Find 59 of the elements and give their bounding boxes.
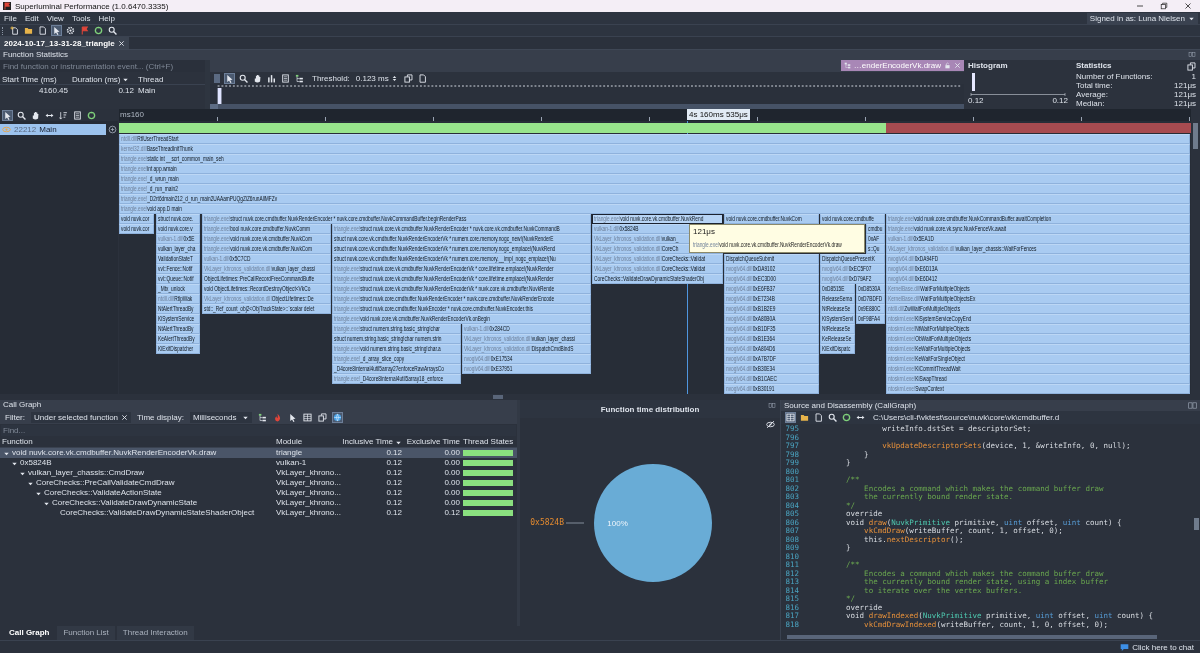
table-cell-text: VkLayer_khrono... xyxy=(275,488,342,498)
stat-label: Average: xyxy=(1076,90,1108,99)
table-cell-text: VkLayer_khrono... xyxy=(275,468,342,478)
stat-label: Total time: xyxy=(1076,81,1113,90)
table-cell-text: 0.12 xyxy=(385,478,402,488)
file-path: C:\Users\cli-f\vktest\source\nuvk\core\vk\cmdbuffer.d xyxy=(873,413,1060,422)
table-cell-text: VkLayer_khrono... xyxy=(275,508,342,518)
tooltip-duration: 121μs xyxy=(693,227,715,237)
window-title: Superluminal Performance (1.0.6470.3335) xyxy=(15,1,169,11)
axis-label: 0.12 xyxy=(968,96,984,106)
chart-title: Function time distribution xyxy=(600,404,700,414)
table-cell-text: 0.00 xyxy=(443,468,460,478)
cursor-time-label: 4s 160ms 535μs xyxy=(687,109,750,120)
table-cell-text: 0.12 xyxy=(385,498,402,508)
value-label: 100% xyxy=(607,519,628,528)
table-cell-text: 0.12 xyxy=(385,448,402,458)
table-cell-text: 0.00 xyxy=(443,478,460,488)
table-cell-text: 0.00 xyxy=(443,488,460,498)
panel-title: Call Graph xyxy=(0,400,517,410)
stat-value: 121μs xyxy=(1174,90,1196,99)
stat-label: Number of Functions: xyxy=(1076,72,1153,81)
axis-label: 0.12 xyxy=(1052,96,1068,106)
table-cell-text: 0.00 xyxy=(443,448,460,458)
function-name: CoreChecks::PreCallValidateCmdDraw xyxy=(36,478,175,488)
table-cell-text: 0.12 xyxy=(443,508,460,518)
panel-title: Function Statistics xyxy=(2,50,69,60)
stat-value: 121μs xyxy=(1174,81,1196,90)
table-cell-text: 0.12 xyxy=(385,458,402,468)
histogram-title: Histogram xyxy=(968,60,1009,72)
table-cell-text: 0.12 xyxy=(117,85,134,95)
panel-title: Source and Disassembly (CallGraph) xyxy=(784,401,917,410)
table-cell-text: VkLayer_khrono... xyxy=(275,478,342,488)
stat-value: 1 xyxy=(1191,72,1196,81)
slice-label: 0x5824B xyxy=(530,518,564,527)
function-name: CoreChecks::ValidateDrawDynamicState xyxy=(52,498,198,508)
table-cell-text: 0.12 xyxy=(385,508,402,518)
threshold-label: Threshold: xyxy=(312,73,350,83)
time-label: ms160 xyxy=(120,110,144,120)
table-cell-text: 4160.45 xyxy=(38,85,68,95)
time-display-label: Time display: xyxy=(137,412,184,422)
stat-value: 121μs xyxy=(1174,99,1196,108)
function-name: void nuvk.core.vk.cmdbuffer.NuvkRenderEncoderVk.draw xyxy=(12,448,217,458)
stat-label: Median: xyxy=(1076,99,1105,108)
statistics-title: Statistics xyxy=(1076,60,1112,72)
table-cell-text: 0.12 xyxy=(385,488,402,498)
table-cell-text: Main xyxy=(137,85,156,95)
table-cell-text: triangle xyxy=(275,448,304,458)
table-cell-text: vulkan-1 xyxy=(275,458,308,468)
filter-label: Filter: xyxy=(5,412,25,422)
table-cell-text: 0.00 xyxy=(443,458,460,468)
function-name: 0x5824B xyxy=(20,458,52,468)
table-cell-text: 0.12 xyxy=(385,468,402,478)
function-name: vulkan_layer_chassis::CmdDraw xyxy=(28,468,145,478)
table-cell-text: 0.00 xyxy=(443,498,460,508)
thread-id: 22212 xyxy=(14,125,37,134)
function-name: CoreChecks::ValidateDrawDynamicStateShaderObject xyxy=(60,508,255,518)
table-cell-text: VkLayer_khrono... xyxy=(275,498,342,508)
thread-name: Main xyxy=(39,125,57,134)
function-name: CoreChecks::ValidateActionState xyxy=(44,488,162,498)
